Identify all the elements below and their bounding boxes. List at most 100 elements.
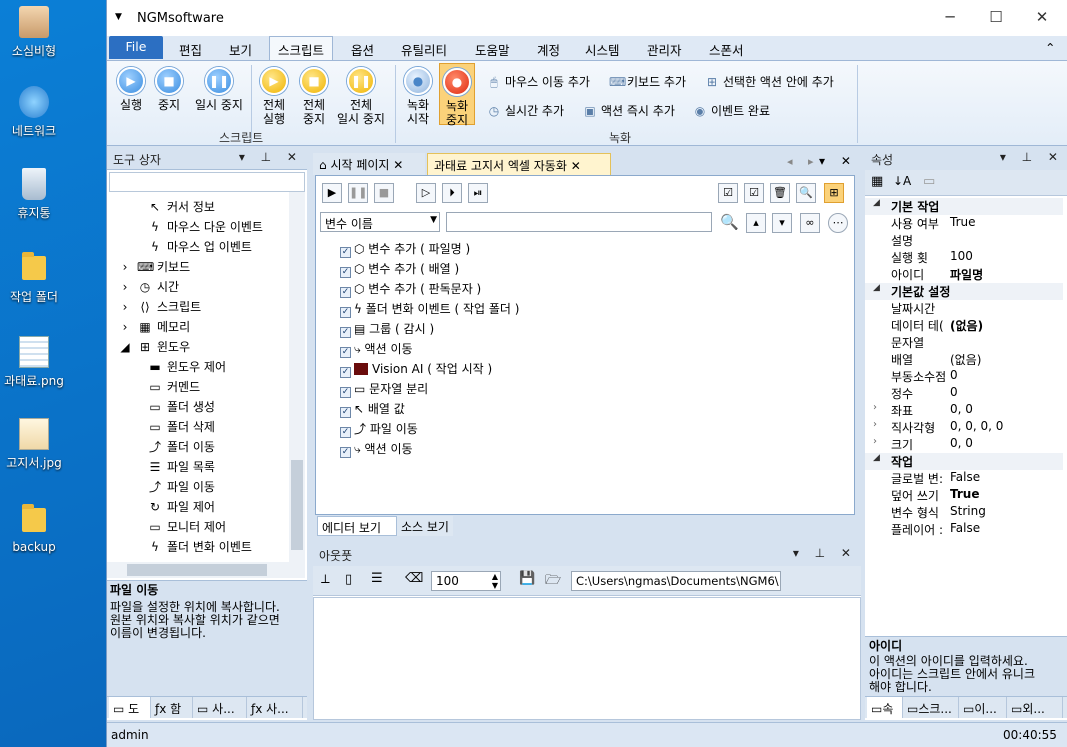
- pause-button[interactable]: ❚❚ 일시 중지: [191, 67, 247, 112]
- list-item[interactable]: ✓ ⬡ 변수 추가 ( 판독문자 ): [340, 280, 481, 300]
- realtime-add-button[interactable]: ◷ 실시간 추가: [487, 102, 564, 119]
- property-row[interactable]: 부동소수점 0: [865, 368, 1063, 385]
- property-row[interactable]: › 직사각형 0, 0, 0, 0: [865, 419, 1063, 436]
- checkbox[interactable]: ✓: [340, 327, 351, 338]
- scroll-thumb[interactable]: [127, 564, 267, 576]
- desktop-icon-recycle-bin[interactable]: 휴지통: [2, 168, 66, 221]
- property-category[interactable]: ◢ 기본값 설정: [865, 283, 1063, 300]
- list-item[interactable]: ✓ ▭ 문자열 분리: [340, 380, 428, 400]
- step-into-button[interactable]: ⏵: [442, 183, 462, 203]
- tab-external[interactable]: ▭외...: [1007, 697, 1063, 718]
- expand-icon[interactable]: ›: [873, 436, 877, 447]
- tree-item[interactable]: ⤴ 파일 이동: [147, 478, 215, 498]
- move-up-button[interactable]: ▴: [746, 213, 766, 233]
- tree-item[interactable]: ϟ 마우스 다운 이벤트: [147, 218, 263, 238]
- tree-item[interactable]: ϟ 폴더 변화 이벤트: [147, 538, 252, 558]
- property-category[interactable]: ◢ 작업: [865, 453, 1063, 470]
- pause-button[interactable]: ❚❚: [348, 183, 368, 203]
- categorized-icon[interactable]: ▦: [871, 174, 883, 189]
- run-all-button[interactable]: ▶ 전체 실행: [257, 67, 291, 126]
- pause-all-button[interactable]: ❚❚ 전체 일시 중지: [333, 67, 389, 126]
- property-row[interactable]: 플레이어 : False: [865, 521, 1063, 538]
- add-mouse-move-button[interactable]: 🖱 마우스 이동 추가: [487, 73, 590, 90]
- maximize-button[interactable]: ☐: [981, 8, 1011, 28]
- quick-access-dropdown-icon[interactable]: ▼: [115, 12, 122, 22]
- menu-help[interactable]: 도움말: [475, 40, 510, 59]
- add-keyboard-button[interactable]: ⌨키보드 추가: [609, 73, 686, 90]
- check-button[interactable]: ☑: [744, 183, 764, 203]
- output-path-field[interactable]: C:\Users\ngmas\Documents\NGM6\: [571, 571, 781, 591]
- tab-script[interactable]: ▭스크...: [903, 697, 959, 718]
- property-row[interactable]: 설명: [865, 232, 1063, 249]
- property-row[interactable]: 덮어 쓰기 True: [865, 487, 1063, 504]
- output-text-area[interactable]: [313, 597, 861, 720]
- menu-file[interactable]: File: [109, 36, 163, 59]
- panel-controls[interactable]: ▾ ⊥ ✕: [1000, 150, 1064, 164]
- property-row[interactable]: › 크기 0, 0: [865, 436, 1063, 453]
- list-icon[interactable]: ☰: [371, 571, 383, 586]
- list-item[interactable]: ✓ ⬡ 변수 추가 ( 배열 ): [340, 260, 459, 280]
- filter-select[interactable]: 변수 이름 ▼: [320, 212, 440, 232]
- list-item[interactable]: ✓ ⤷ 액션 이동: [340, 440, 413, 460]
- doc-panel-controls[interactable]: ▾ ✕: [819, 154, 857, 168]
- tree-item[interactable]: ↖ 커서 정보: [147, 198, 215, 218]
- toolbox-hscroll[interactable]: [107, 562, 305, 578]
- tab-image[interactable]: ▭이...: [959, 697, 1007, 718]
- tree-item[interactable]: ☰ 파일 목록: [147, 458, 215, 478]
- list-item[interactable]: ✓ ↖ 배열 값: [340, 400, 405, 420]
- property-row[interactable]: 글로벌 변: False: [865, 470, 1063, 487]
- folder-open-icon[interactable]: 🗁: [545, 571, 561, 593]
- collapse-icon[interactable]: ◢: [873, 283, 880, 293]
- loop-button[interactable]: ∞: [800, 213, 820, 233]
- expand-icon[interactable]: ›: [117, 300, 133, 314]
- checkbox[interactable]: ✓: [340, 307, 351, 318]
- checkbox[interactable]: ✓: [340, 367, 351, 378]
- tree-item[interactable]: › ⌨ 키보드: [117, 258, 191, 278]
- checkbox[interactable]: ✓: [340, 347, 351, 358]
- expand-icon[interactable]: ›: [873, 402, 877, 413]
- desktop-icon-network[interactable]: 네트워크: [2, 86, 66, 139]
- new-doc-icon[interactable]: ▯: [345, 572, 352, 587]
- list-item[interactable]: ✓ ϟ 폴더 변화 이벤트 ( 작업 폴더 ): [340, 300, 519, 320]
- tab-source-view[interactable]: 소스 보기: [397, 516, 453, 536]
- clean-icon[interactable]: ⟂: [321, 572, 330, 587]
- check-all-button[interactable]: ☑: [718, 183, 738, 203]
- property-row[interactable]: 데이터 테((없음): [865, 317, 1063, 334]
- tab-dictionary[interactable]: ▭ 사...: [193, 697, 247, 718]
- stop-all-button[interactable]: ■ 전체 중지: [297, 67, 331, 126]
- tree-item[interactable]: › ▦ 메모리: [117, 318, 191, 338]
- tree-item[interactable]: › ⟨⟩ 스크립트: [117, 298, 202, 318]
- collapse-icon[interactable]: ◢: [117, 340, 133, 354]
- tree-item[interactable]: ▬ 윈도우 제어: [147, 358, 226, 378]
- checkbox[interactable]: ✓: [340, 407, 351, 418]
- stop-button[interactable]: ■: [374, 183, 394, 203]
- menu-sponsor[interactable]: 스폰서: [709, 40, 744, 59]
- collapse-icon[interactable]: ◢: [873, 453, 880, 463]
- run-button[interactable]: ▶ 실행: [115, 67, 147, 112]
- filter-search-input[interactable]: [446, 212, 712, 232]
- list-item[interactable]: ✓ ⤴ 파일 이동: [340, 420, 418, 440]
- desktop-icon-notice-jpg[interactable]: 고지서.jpg: [2, 418, 66, 471]
- property-row[interactable]: 변수 형식 String: [865, 504, 1063, 521]
- expand-icon[interactable]: ›: [117, 280, 133, 294]
- panel-controls[interactable]: ▾ ⊥ ✕: [239, 150, 303, 164]
- menu-system[interactable]: 시스템: [585, 40, 620, 59]
- expand-icon[interactable]: ›: [117, 320, 133, 334]
- tab-properties[interactable]: ▭속: [867, 697, 903, 718]
- property-row[interactable]: 아이디 파일명: [865, 266, 1063, 283]
- search-button[interactable]: 🔍: [796, 183, 816, 203]
- list-item[interactable]: ✓ ▤ 그룹 ( 감시 ): [340, 320, 434, 340]
- sort-alpha-icon[interactable]: ↓A: [893, 174, 911, 188]
- checkbox[interactable]: ✓: [340, 267, 351, 278]
- property-row[interactable]: 사용 여부 True: [865, 215, 1063, 232]
- tab-start-page[interactable]: ⌂ 시작 페이지 ✕: [313, 153, 425, 175]
- tree-item[interactable]: ▭ 폴더 삭제: [147, 418, 215, 438]
- action-instant-add-button[interactable]: ▣ 액션 즉시 추가: [583, 102, 675, 119]
- property-row[interactable]: › 좌표 0, 0: [865, 402, 1063, 419]
- property-row[interactable]: 문자열: [865, 334, 1063, 351]
- scroll-thumb[interactable]: [291, 460, 303, 550]
- ribbon-collapse-icon[interactable]: ⌃: [1045, 40, 1055, 55]
- checkbox[interactable]: ✓: [340, 247, 351, 258]
- tree-item[interactable]: ▭ 모니터 제어: [147, 518, 226, 538]
- menu-view[interactable]: 보기: [229, 40, 252, 59]
